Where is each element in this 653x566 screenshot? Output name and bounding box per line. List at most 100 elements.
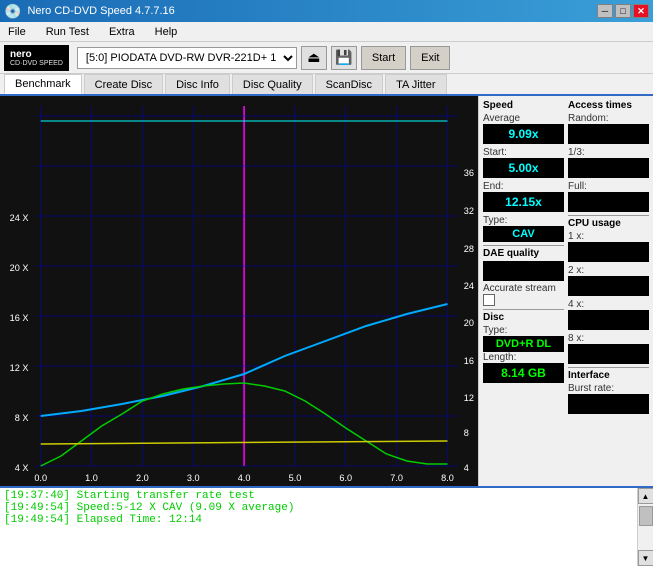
end-label: End: xyxy=(483,181,564,192)
cpu-four-value xyxy=(568,310,649,330)
toolbar: nero CD·DVD SPEED [5:0] PIODATA DVD-RW D… xyxy=(0,42,653,74)
cpu-eight-label: 8 x: xyxy=(568,333,649,344)
burst-value xyxy=(568,394,649,414)
titlebar-left: 💿 Nero CD-DVD Speed 4.7.7.16 xyxy=(4,3,175,20)
dae-value xyxy=(483,261,564,281)
svg-text:36: 36 xyxy=(464,168,474,178)
full-value xyxy=(568,192,649,212)
cpu-four-label: 4 x: xyxy=(568,299,649,310)
svg-text:8 X: 8 X xyxy=(15,413,29,423)
svg-text:32: 32 xyxy=(464,206,474,216)
svg-text:4.0: 4.0 xyxy=(238,473,251,483)
menu-run-test[interactable]: Run Test xyxy=(42,25,93,39)
right-panel: Speed Average 9.09x Start: 5.00x End: 12… xyxy=(478,96,653,486)
svg-text:1.0: 1.0 xyxy=(85,473,98,483)
burst-label: Burst rate: xyxy=(568,383,649,394)
tabs: Benchmark Create Disc Disc Info Disc Qua… xyxy=(0,74,653,96)
third-value xyxy=(568,158,649,178)
accurate-label: Accurate stream xyxy=(483,283,564,294)
svg-text:4: 4 xyxy=(464,463,469,473)
logo: nero CD·DVD SPEED xyxy=(4,45,69,71)
tab-disc-info[interactable]: Disc Info xyxy=(165,74,230,94)
interface-title: Interface xyxy=(568,370,649,381)
accurate-checkbox-row xyxy=(483,294,564,306)
log-content: [19:37:40] Starting transfer rate test [… xyxy=(0,488,637,566)
titlebar-controls[interactable]: ─ □ ✕ xyxy=(597,4,649,18)
average-label: Average xyxy=(483,113,564,124)
svg-text:8: 8 xyxy=(464,428,469,438)
svg-text:16: 16 xyxy=(464,356,474,366)
cpu-one-value xyxy=(568,242,649,262)
close-button[interactable]: ✕ xyxy=(633,4,649,18)
log-scrollbar[interactable]: ▲ ▼ xyxy=(637,488,653,566)
minimize-button[interactable]: ─ xyxy=(597,4,613,18)
save-button[interactable]: 💾 xyxy=(331,46,357,70)
svg-text:2.0: 2.0 xyxy=(136,473,149,483)
svg-text:4 X: 4 X xyxy=(15,463,29,473)
eject-button[interactable]: ⏏ xyxy=(301,46,327,70)
chart-area: 4 X 8 X 12 X 16 X 20 X 24 X 4 8 12 16 20… xyxy=(0,96,478,486)
speed-title: Speed xyxy=(483,100,564,111)
tab-ta-jitter[interactable]: TA Jitter xyxy=(385,74,447,94)
tab-benchmark[interactable]: Benchmark xyxy=(4,74,82,94)
disc-length-label: Length: xyxy=(483,352,564,363)
logo-sub: CD·DVD SPEED xyxy=(10,60,63,67)
scroll-thumb[interactable] xyxy=(639,506,653,526)
titlebar: 💿 Nero CD-DVD Speed 4.7.7.16 ─ □ ✕ xyxy=(0,0,653,22)
full-label: Full: xyxy=(568,181,649,192)
tab-disc-quality[interactable]: Disc Quality xyxy=(232,74,313,94)
tab-create-disc[interactable]: Create Disc xyxy=(84,74,163,94)
menubar: File Run Test Extra Help xyxy=(0,22,653,42)
svg-text:20 X: 20 X xyxy=(10,263,29,273)
svg-text:12: 12 xyxy=(464,393,474,403)
svg-text:5.0: 5.0 xyxy=(289,473,302,483)
random-value xyxy=(568,124,649,144)
cpu-two-value xyxy=(568,276,649,296)
chart-svg: 4 X 8 X 12 X 16 X 20 X 24 X 4 8 12 16 20… xyxy=(0,96,478,486)
disc-type-label: Type: xyxy=(483,325,564,336)
exit-button[interactable]: Exit xyxy=(410,46,450,70)
drive-select[interactable]: [5:0] PIODATA DVD-RW DVR-221D+ 1.CZ xyxy=(77,47,297,69)
svg-text:7.0: 7.0 xyxy=(390,473,403,483)
dae-title: DAE quality xyxy=(483,248,564,259)
cpu-title: CPU usage xyxy=(568,218,649,229)
panel-columns: Speed Average 9.09x Start: 5.00x End: 12… xyxy=(483,100,649,417)
access-column: Access times Random: 1/3: Full: CPU usag… xyxy=(568,100,649,417)
cpu-eight-value xyxy=(568,344,649,364)
log-entry-2: [19:49:54] Speed:5-12 X CAV (9.09 X aver… xyxy=(4,502,633,514)
type-label: Type: xyxy=(483,215,564,226)
logo-text: nero xyxy=(10,49,63,60)
accurate-checkbox[interactable] xyxy=(483,294,495,306)
scroll-down-button[interactable]: ▼ xyxy=(638,550,653,566)
menu-file[interactable]: File xyxy=(4,25,30,39)
app-title: Nero CD-DVD Speed 4.7.7.16 xyxy=(27,5,174,17)
svg-text:16 X: 16 X xyxy=(10,313,29,323)
svg-text:8.0: 8.0 xyxy=(441,473,454,483)
log-entry-3: [19:49:54] Elapsed Time: 12:14 xyxy=(4,514,633,526)
menu-help[interactable]: Help xyxy=(151,25,182,39)
svg-text:6.0: 6.0 xyxy=(339,473,352,483)
speed-column: Speed Average 9.09x Start: 5.00x End: 12… xyxy=(483,100,564,417)
access-title: Access times xyxy=(568,100,649,111)
start-label: Start: xyxy=(483,147,564,158)
start-button[interactable]: Start xyxy=(361,46,406,70)
svg-text:24: 24 xyxy=(464,281,474,291)
third-label: 1/3: xyxy=(568,147,649,158)
maximize-button[interactable]: □ xyxy=(615,4,631,18)
type-value: CAV xyxy=(483,226,564,242)
svg-text:20: 20 xyxy=(464,318,474,328)
disc-title: Disc xyxy=(483,312,564,323)
cpu-two-label: 2 x: xyxy=(568,265,649,276)
svg-text:28: 28 xyxy=(464,244,474,254)
tab-scan-disc[interactable]: ScanDisc xyxy=(315,74,383,94)
svg-text:0.0: 0.0 xyxy=(34,473,47,483)
scroll-up-button[interactable]: ▲ xyxy=(638,488,653,504)
average-value: 9.09x xyxy=(483,124,564,144)
disc-length-value: 8.14 GB xyxy=(483,363,564,383)
app-icon: 💿 xyxy=(4,3,21,20)
svg-text:3.0: 3.0 xyxy=(187,473,200,483)
main-content: 4 X 8 X 12 X 16 X 20 X 24 X 4 8 12 16 20… xyxy=(0,96,653,486)
cpu-one-label: 1 x: xyxy=(568,231,649,242)
menu-extra[interactable]: Extra xyxy=(105,25,139,39)
svg-text:12 X: 12 X xyxy=(10,363,29,373)
